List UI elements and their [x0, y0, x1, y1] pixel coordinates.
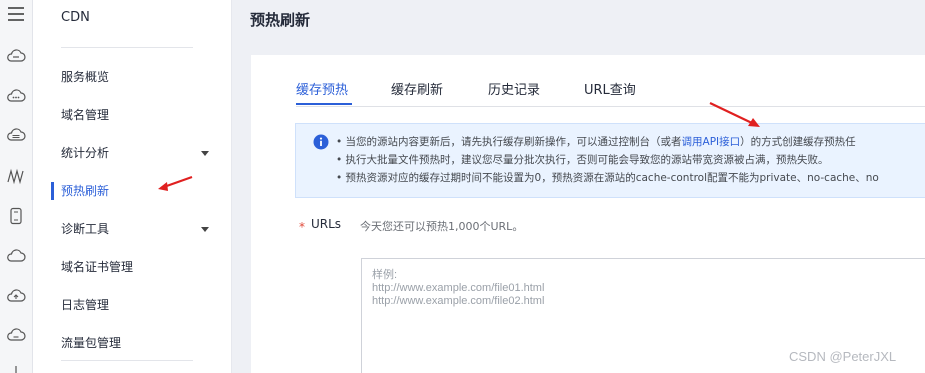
required-mark: *	[299, 220, 305, 234]
chevron-down-icon	[201, 227, 209, 232]
tab-history[interactable]: 历史记录	[488, 79, 540, 98]
nav-item-diagnostics[interactable]: 诊断工具	[61, 217, 221, 241]
notice-line-3: • 预热资源对应的缓存过期时间不能设置为0，预热资源在源站的cache-cont…	[336, 172, 879, 184]
nav-item-label: 预热刷新	[61, 184, 110, 198]
placeholder-line: 样例:	[372, 269, 398, 281]
nav-item-overview[interactable]: 服务概览	[61, 65, 221, 89]
nav-divider	[61, 360, 193, 361]
cloud-upload-icon[interactable]	[4, 284, 28, 308]
content-card: 缓存预热 缓存刷新 历史记录 URL查询 • 当您的源站内容更新后，请先执行缓存…	[251, 55, 925, 373]
quota-hint: 今天您还可以预热1,000个URL。	[360, 220, 524, 233]
placeholder-line: http://www.example.com/file01.html	[372, 282, 545, 294]
notice-line-2: • 执行大批量文件预热时，建议您尽量分批次执行，否则可能会导致您的源站带宽资源被…	[336, 154, 829, 166]
notice-text: • 当您的源站内容更新后，请先执行缓存刷新操作，可以通过控制台（或者	[336, 136, 682, 148]
nav-item-label: 域名证书管理	[61, 260, 134, 274]
nav-item-label: 统计分析	[61, 146, 110, 160]
tab-cache-refresh[interactable]: 缓存刷新	[391, 79, 443, 98]
nav-item-label: 域名管理	[61, 108, 110, 122]
icon-rail	[0, 0, 33, 373]
nav-divider	[61, 47, 193, 48]
nav-item-prefetch-refresh[interactable]: 预热刷新	[61, 179, 221, 203]
cloud-more-icon[interactable]	[4, 84, 28, 108]
service-nav: CDN 服务概览 域名管理 统计分析 预热刷新 诊断工具 域名证书管理 日志管理…	[33, 0, 232, 373]
notice-text: ）的方式创建缓存预热任	[740, 136, 856, 148]
phone-icon[interactable]	[4, 204, 28, 228]
api-link[interactable]: 调用API接口	[682, 136, 741, 148]
nav-item-label: 流量包管理	[61, 336, 122, 350]
notice-line-1: • 当您的源站内容更新后，请先执行缓存刷新操作，可以通过控制台（或者调用API接…	[336, 134, 856, 149]
nav-title: CDN	[61, 10, 90, 25]
annotation-arrow	[709, 102, 760, 127]
page-title: 预热刷新	[250, 11, 311, 29]
nav-item-certificates[interactable]: 域名证书管理	[61, 255, 221, 279]
annotation-arrow	[158, 175, 193, 191]
nav-item-label: 诊断工具	[61, 222, 110, 236]
nav-item-traffic-packages[interactable]: 流量包管理	[61, 331, 221, 355]
nav-item-label: 服务概览	[61, 70, 110, 84]
nav-item-statistics[interactable]: 统计分析	[61, 141, 221, 165]
tab-cache-prefetch[interactable]: 缓存预热	[296, 79, 348, 98]
page-header: 预热刷新	[232, 0, 925, 40]
more-icon[interactable]	[4, 360, 28, 373]
nav-item-label: 日志管理	[61, 298, 110, 312]
placeholder-line: http://www.example.com/file02.html	[372, 295, 545, 307]
watermark: CSDN @PeterJXL	[789, 349, 897, 364]
cloud-icon[interactable]	[4, 244, 28, 268]
urls-label: URLs	[311, 217, 342, 231]
active-indicator	[51, 182, 54, 200]
tab-url-query[interactable]: URL查询	[584, 79, 636, 98]
info-notice: • 当您的源站内容更新后，请先执行缓存刷新操作，可以通过控制台（或者调用API接…	[295, 123, 925, 198]
active-tab-underline	[296, 103, 352, 105]
cloud-server-icon[interactable]	[4, 44, 28, 68]
tab-bar: 缓存预热 缓存刷新 历史记录 URL查询	[296, 77, 925, 107]
cdn-wave-icon[interactable]	[4, 164, 28, 188]
info-icon	[313, 134, 329, 150]
cloud-disk-icon[interactable]	[4, 123, 28, 147]
nav-item-domain-management[interactable]: 域名管理	[61, 103, 221, 127]
nav-item-logs[interactable]: 日志管理	[61, 293, 221, 317]
chevron-down-icon	[201, 151, 209, 156]
menu-icon[interactable]	[4, 2, 28, 26]
cloud-sync-icon[interactable]	[4, 323, 28, 347]
